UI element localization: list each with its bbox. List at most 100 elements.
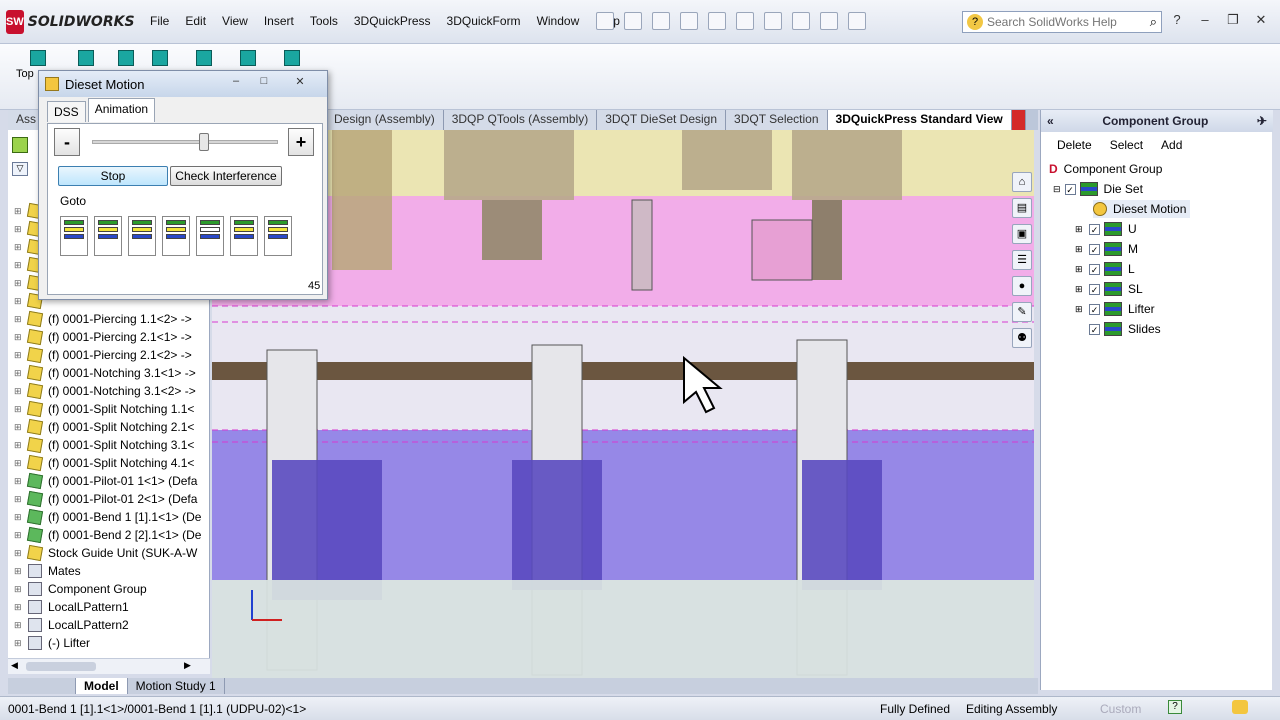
item-checkbox[interactable]: ✓ [1089,263,1100,275]
select-button[interactable]: Select [1110,138,1143,152]
scroll-right-icon[interactable]: ▶ [184,660,191,671]
expand-icon[interactable]: ⊞ [14,350,24,361]
tab-3dqt-dieset-design[interactable]: 3DQT DieSet Design [597,110,727,130]
tab-motion-study-1[interactable]: Motion Study 1 [128,678,225,694]
tree-item[interactable]: ⊞ (-) Lifter [8,634,90,652]
design-library-icon[interactable]: ▤ [1012,198,1032,218]
options-icon[interactable] [848,12,866,30]
goto-position-button[interactable] [196,216,224,256]
die-middle-icon[interactable] [152,50,168,66]
goto-position-button[interactable] [60,216,88,256]
menu-file[interactable]: File [142,14,177,28]
dialog-maximize-icon[interactable]: □ [253,75,275,91]
minimize-icon[interactable]: – [1196,12,1214,28]
expand-icon[interactable]: ⊞ [14,386,24,397]
tree-item[interactable]: ⊞ (f) 0001-Notching 3.1<2> -> [8,382,196,400]
expand-icon[interactable]: ⊞ [14,458,24,469]
tree-item[interactable]: ⊞ (f) 0001-Split Notching 2.1< [8,418,194,436]
expand-icon[interactable]: ⊞ [1075,224,1087,235]
expand-icon[interactable]: ⊞ [14,206,24,217]
tree-item[interactable]: ⊞ (f) 0001-Bend 2 [2].1<1> (De [8,526,201,544]
tree-item[interactable]: ⊞ Mates [8,562,81,580]
dialog-title-bar[interactable]: Dieset Motion – □ ✕ [39,71,327,97]
dialog-close-icon[interactable]: ✕ [289,75,311,91]
expand-icon[interactable]: ⊞ [14,224,24,235]
folder-icon[interactable]: ▣ [1012,224,1032,244]
component-group-item[interactable]: ⊞ ✓ U [1075,220,1137,238]
animation-slider-thumb[interactable] [198,133,209,151]
expand-icon[interactable]: ⊞ [14,422,24,433]
collapse-pane-icon[interactable]: « [1047,114,1054,128]
top-view-icon[interactable] [30,50,46,66]
expand-icon[interactable]: ⊞ [1075,244,1087,255]
stop-button[interactable]: Stop [58,166,168,186]
tab-3dqp-qtools[interactable]: 3DQP QTools (Assembly) [443,110,598,130]
component-group-item[interactable]: ⊞ ✓ Lifter [1075,300,1155,318]
animation-slider[interactable] [92,133,278,151]
units-dropdown[interactable]: Custom [1100,702,1141,716]
add-button[interactable]: Add [1161,138,1182,152]
expand-icon[interactable]: ⊞ [14,368,24,379]
die-set-icon[interactable] [240,50,256,66]
save-icon[interactable] [680,12,698,30]
step-forward-button[interactable]: + [288,128,314,156]
item-checkbox[interactable]: ✓ [1089,323,1100,335]
die-upper-icon[interactable] [118,50,134,66]
item-checkbox[interactable]: ✓ [1089,303,1100,315]
menu-insert[interactable]: Insert [256,14,302,28]
help-icon[interactable]: ? [1168,12,1186,28]
component-group-item[interactable]: ⊞ ✓ M [1075,240,1138,258]
goto-position-button[interactable] [162,216,190,256]
menu-3dquickpress[interactable]: 3DQuickPress [346,14,439,28]
filter-icon[interactable]: ▽ [12,162,28,176]
tab-scroll-arrows[interactable] [8,678,76,694]
status-help-icon[interactable]: ? [1168,700,1182,714]
expand-icon[interactable]: ⊞ [14,512,24,523]
tree-item[interactable]: ⊞ (f) 0001-Bend 1 [1].1<1> (De [8,508,201,526]
expand-icon[interactable]: ⊞ [14,620,24,631]
open-icon[interactable] [652,12,670,30]
graphics-viewport[interactable] [212,130,1034,678]
scroll-left-icon[interactable]: ◀ [11,660,18,671]
tab-model[interactable]: Model [76,678,128,694]
search-icon[interactable]: ⌕ [1150,14,1157,30]
expand-icon[interactable]: ⊞ [14,638,24,649]
rebuild-status-icon[interactable] [1232,700,1248,714]
dialog-minimize-icon[interactable]: – [225,75,247,91]
expand-icon[interactable]: ⊞ [14,296,24,307]
tree-item[interactable]: ⊞ LocalLPattern2 [8,616,129,634]
expand-icon[interactable]: ⊞ [14,242,24,253]
expand-icon[interactable]: ⊞ [14,494,24,505]
goto-position-button[interactable] [230,216,258,256]
tree-item[interactable]: ⊞ (f) 0001-Pilot-01 1<1> (Defa [8,472,197,490]
expand-icon[interactable]: ⊞ [14,584,24,595]
app-logo[interactable]: SW SOLIDWORKS [6,10,135,34]
delete-button[interactable]: Delete [1057,138,1092,152]
component-group-item[interactable]: ✓ Slides [1075,320,1161,338]
tree-item[interactable]: ⊞ (f) 0001-Split Notching 4.1< [8,454,194,472]
menu-edit[interactable]: Edit [177,14,214,28]
new-document-icon[interactable] [624,12,642,30]
tree-item[interactable]: ⊞ Stock Guide Unit (SUK-A-W [8,544,197,562]
pin-pane-icon[interactable]: ✈ [1257,114,1267,128]
tree-item[interactable]: ⊞ (f) 0001-Piercing 1.1<2> -> [8,310,192,328]
expand-icon[interactable]: ⊞ [14,602,24,613]
tree-item[interactable]: ⊞ (f) 0001-Pilot-01 2<1> (Defa [8,490,197,508]
tree-die-set[interactable]: ⊟ ✓ Die Set [1053,180,1143,198]
tree-item[interactable]: ⊞ (f) 0001-Notching 3.1<1> -> [8,364,196,382]
collapse-icon[interactable]: ⊟ [1053,184,1061,195]
tree-dieset-motion[interactable]: Dieset Motion [1093,200,1191,218]
help-search-input[interactable] [987,15,1146,29]
tree-root[interactable]: D Component Group [1049,160,1162,178]
expand-icon[interactable]: ⊞ [14,440,24,451]
tree-item[interactable]: ⊞ LocalLPattern1 [8,598,129,616]
tab-3dqt-selection[interactable]: 3DQT Selection [726,110,828,130]
menu-window[interactable]: Window [529,14,588,28]
appearances-icon[interactable]: ● [1012,276,1032,296]
tab-design-assembly[interactable]: Design (Assembly) [326,110,444,130]
tree-item[interactable]: ⊞ (f) 0001-Split Notching 1.1< [8,400,194,418]
expand-icon[interactable]: ⊞ [1075,264,1087,275]
undo-icon[interactable] [736,12,754,30]
expand-icon[interactable]: ⊞ [14,404,24,415]
expand-icon[interactable]: ⊞ [1075,284,1087,295]
